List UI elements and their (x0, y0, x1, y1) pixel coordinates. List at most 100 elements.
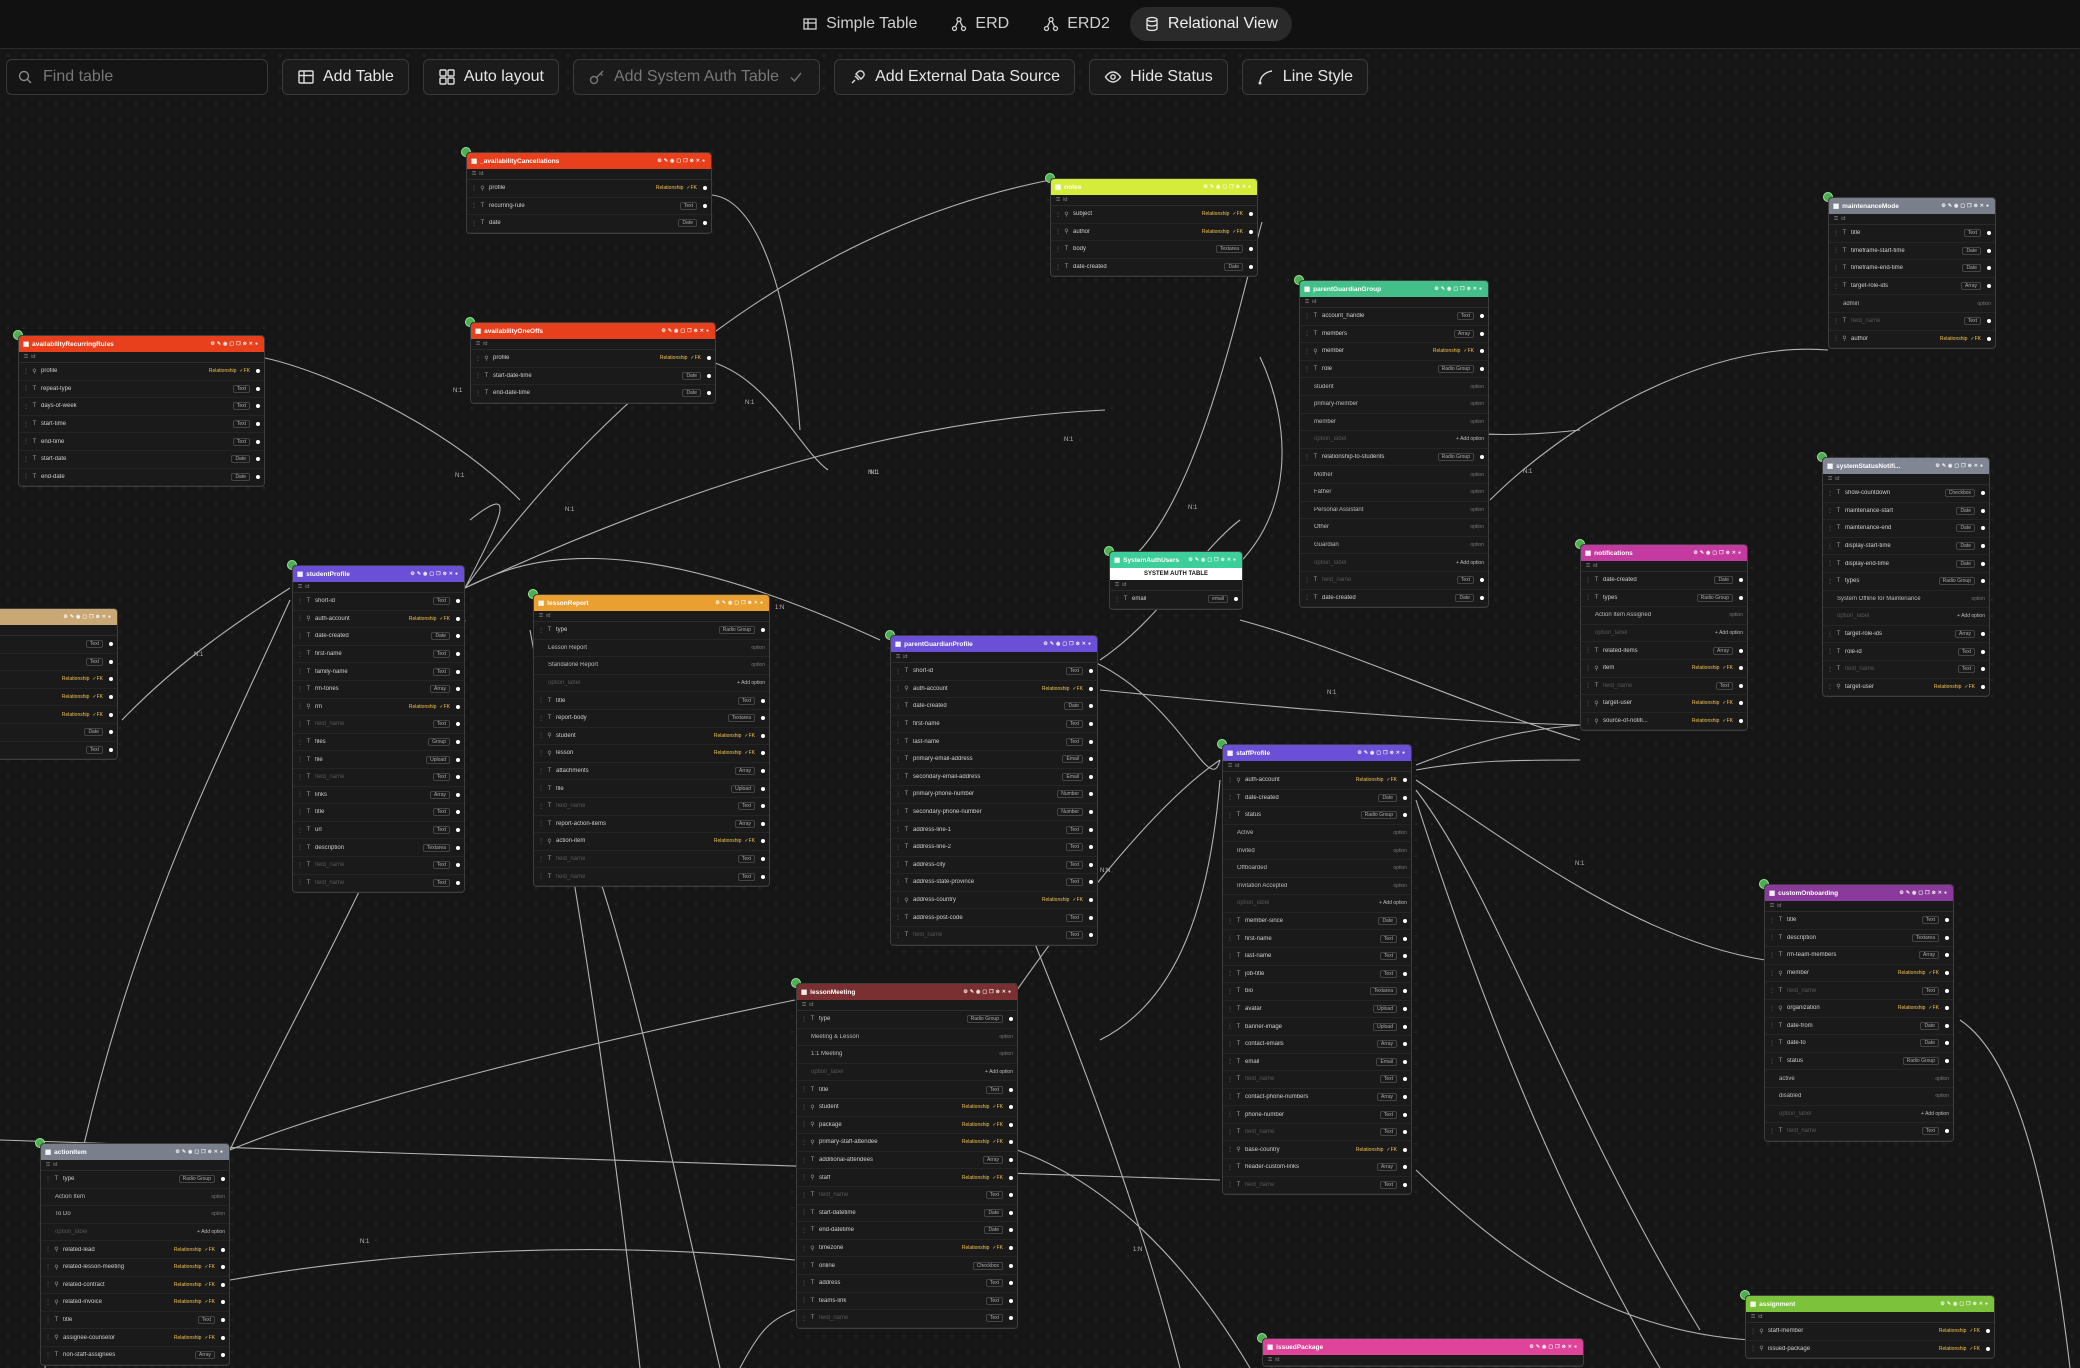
add-option-button[interactable]: + Add option (985, 1069, 1013, 1075)
table-header[interactable]: ▦ parentGuardianProfile ⚙✎◉▢❐⊗✕● (891, 636, 1097, 652)
field-type-select[interactable]: Text (232, 437, 250, 446)
drag-handle-icon[interactable]: ⋮ (1750, 1345, 1756, 1352)
drag-handle-icon[interactable]: ⋮ (1769, 917, 1775, 924)
field-type-select[interactable]: Text (432, 826, 450, 835)
field-row[interactable]: ⋮ ⚲ related-contract Relationship ✓FK (41, 1277, 229, 1295)
field-row[interactable]: ⋮ Ttitle Text (41, 1312, 229, 1330)
connection-handle[interactable] (1739, 683, 1743, 688)
drag-handle-icon[interactable]: ⋮ (1304, 577, 1310, 584)
field-type-select[interactable]: Textarea (1911, 933, 1939, 942)
field-type-select[interactable]: Relationship (1356, 1147, 1384, 1153)
field-type-select[interactable]: Text (1379, 969, 1397, 978)
drag-handle-icon[interactable]: ⋮ (297, 774, 303, 781)
drag-handle-icon[interactable]: ⋮ (1304, 454, 1310, 461)
field-type-select[interactable]: Text (1379, 1180, 1397, 1189)
field-row[interactable]: ⋮ Ttimeframe-start-time Date (1829, 243, 1995, 261)
field-row[interactable]: ⋮ Tsecondary-phone-number Number (891, 804, 1097, 822)
field-type-select[interactable]: Textarea (422, 843, 450, 852)
connection-handle[interactable] (1981, 632, 1985, 637)
drag-handle-icon[interactable]: ⋮ (538, 803, 544, 810)
field-type-select[interactable]: Text (737, 855, 755, 864)
field-type-select[interactable]: Relationship (409, 704, 437, 710)
connection-handle[interactable] (1249, 229, 1253, 234)
connection-handle[interactable] (1009, 1175, 1013, 1180)
field-row[interactable]: ⋮ ⚲ target-user Relationship ✓FK (1823, 679, 1989, 697)
drag-handle-icon[interactable]: ⋮ (1055, 228, 1061, 235)
connection-handle[interactable] (1403, 1077, 1407, 1082)
connection-handle[interactable] (1089, 722, 1093, 727)
field-row[interactable]: ⋮ Tdate-created Date (1581, 572, 1747, 590)
new-field-row[interactable]: ⋮ Tfield_name Text (1300, 572, 1488, 590)
drag-handle-icon[interactable]: ⋮ (1585, 594, 1591, 601)
field-type-select[interactable]: Date (1064, 702, 1083, 711)
field-type-select[interactable]: Text (432, 861, 450, 870)
field-type-select[interactable]: Date (1920, 1039, 1939, 1048)
field-type-select[interactable]: Number (1057, 808, 1083, 817)
connection-handle[interactable] (1945, 1041, 1949, 1046)
field-row[interactable]: ⋮ ⚲ profile Relationship ✓FK (467, 180, 711, 198)
field-row[interactable]: ⋮ Tdate-from Date (1765, 1018, 1953, 1036)
connection-handle[interactable] (1987, 231, 1991, 236)
connection-handle[interactable] (1009, 1281, 1013, 1286)
new-field-row[interactable]: ⋮ Tfield_name Text (534, 868, 769, 886)
field-row[interactable]: ⋮ Ttitle Text (797, 1081, 1017, 1099)
drag-handle-icon[interactable]: ⋮ (1833, 230, 1839, 237)
table-card-studentProfile[interactable]: ▦ studentProfile ⚙✎◉▢❐⊗✕● ⚿ id ⋮ Tshort-id Text… (292, 565, 465, 894)
field-row[interactable]: ⋮ ⚲ primary-staff-attendee Relationship ✓FK (797, 1134, 1017, 1152)
field-type-select[interactable]: Text (1379, 952, 1397, 961)
table-card-notifications[interactable]: ▦ notifications ⚙✎◉▢❐⊗✕● ⚿ id ⋮ Tdate-created D… (1580, 544, 1748, 732)
field-row[interactable]: ⋮ Tstatus Radio Group (1223, 807, 1411, 825)
new-field-row[interactable]: ⋮ Tfield_name Text (534, 798, 769, 816)
connection-handle[interactable] (456, 845, 460, 850)
table-card-issuedPackage[interactable]: ▦ issuedPackage ⚙✎◉▢❐⊗✕● ⚿ id (1262, 1338, 1584, 1367)
add-option-button[interactable]: + Add option (1379, 900, 1407, 906)
field-type-select[interactable]: Radio Group (1902, 1057, 1939, 1066)
field-type-select[interactable]: Text (1921, 916, 1939, 925)
field-type-select[interactable]: Relationship (1934, 684, 1962, 690)
field-type-select[interactable]: Radio Group (1360, 811, 1397, 820)
field-row[interactable]: ⋮ Tdate-created Date (1051, 259, 1257, 277)
new-field-row[interactable]: ⋮TText (0, 742, 117, 760)
drag-handle-icon[interactable]: ⋮ (297, 651, 303, 658)
table-actions-icon[interactable]: ⚙✎◉▢❐⊗✕● (963, 989, 1013, 995)
drag-handle-icon[interactable]: ⋮ (895, 897, 901, 904)
field-row[interactable]: ⋮ Tdisplay-end-time Date (1823, 555, 1989, 573)
connection-handle[interactable] (109, 747, 113, 752)
field-type-select[interactable]: Date (231, 472, 250, 481)
table-header[interactable]: ▦ availabilityRecurringRules ⚙✎◉▢❐⊗✕● (19, 336, 264, 352)
drag-handle-icon[interactable]: ⋮ (297, 633, 303, 640)
field-type-select[interactable]: Text (1065, 737, 1083, 746)
table-card-parentGuardianGroup[interactable]: ▦ parentGuardianGroup ⚙✎◉▢❐⊗✕● ⚿ id ⋮ Taccount… (1299, 280, 1489, 609)
table-actions-icon[interactable]: ⚙✎◉▢❐⊗✕● (1203, 184, 1253, 190)
drag-handle-icon[interactable]: ⋮ (1227, 777, 1233, 784)
connection-handle[interactable] (1945, 935, 1949, 940)
connection-handle[interactable] (1739, 595, 1743, 600)
field-type-select[interactable]: Text (432, 808, 450, 817)
drag-handle-icon[interactable]: ⋮ (1769, 987, 1775, 994)
table-card-availabilityRecurringRules[interactable]: ▦ availabilityRecurringRules ⚙✎◉▢❐⊗✕● ⚿ id ⋮ ⚲… (18, 335, 265, 488)
drag-handle-icon[interactable]: ⋮ (895, 914, 901, 921)
field-row[interactable]: ⋮ Trm-team-members Array (1765, 947, 1953, 965)
connection-handle[interactable] (1981, 508, 1985, 513)
connection-handle[interactable] (456, 652, 460, 657)
field-row[interactable]: ⋮ Tdate-created Date (891, 698, 1097, 716)
connection-handle[interactable] (256, 369, 260, 374)
drag-handle-icon[interactable]: ⋮ (475, 390, 481, 397)
drag-handle-icon[interactable]: ⋮ (475, 355, 481, 362)
field-row[interactable]: ⋮ Tteams-link Text (797, 1293, 1017, 1311)
drag-handle-icon[interactable]: ⋮ (297, 791, 303, 798)
drag-handle-icon[interactable]: ⋮ (1585, 647, 1591, 654)
field-row[interactable]: ⋮ Tbanner-image Upload (1223, 1018, 1411, 1036)
drag-handle-icon[interactable]: ⋮ (297, 686, 303, 693)
new-field-row[interactable]: ⋮ Tfield_name Text (293, 857, 464, 875)
new-field-row[interactable]: ⋮ Tfield_name Text (797, 1187, 1017, 1205)
connection-handle[interactable] (1403, 1007, 1407, 1012)
drag-handle-icon[interactable]: ⋮ (1227, 812, 1233, 819)
new-field-row[interactable]: ⋮ Tfield_name Text (293, 875, 464, 893)
drag-handle-icon[interactable]: ⋮ (1833, 318, 1839, 325)
field-type-select[interactable]: Text (232, 420, 250, 429)
field-type-select[interactable]: Text (1921, 986, 1939, 995)
connection-handle[interactable] (1945, 971, 1949, 976)
field-row[interactable]: ⋮ Tend-time Text (19, 433, 264, 451)
connection-handle[interactable] (1089, 898, 1093, 903)
